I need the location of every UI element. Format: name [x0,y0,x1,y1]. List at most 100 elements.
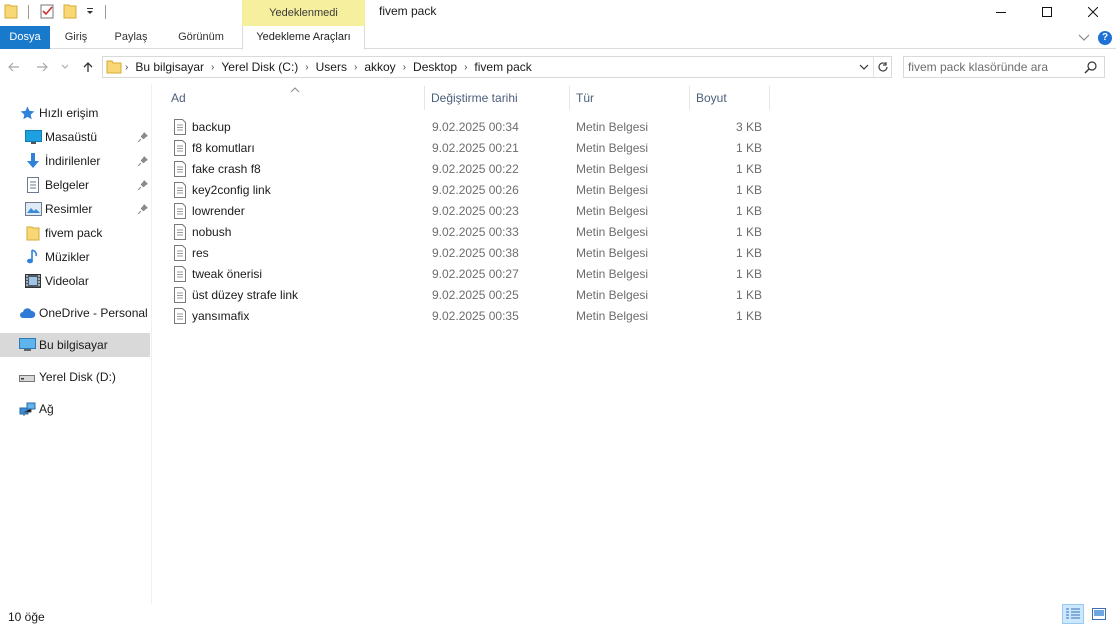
breadcrumb-separator[interactable]: › [403,62,406,73]
pin-icon[interactable] [137,203,148,217]
ribbon: Dosya Giriş Paylaş Görünüm Yedekleme Ara… [0,26,1116,50]
file-size: 1 KB [735,204,762,218]
pin-icon[interactable] [137,131,148,145]
details-view-icon [1066,608,1080,619]
music-icon [24,249,42,265]
file-name: üst düzey strafe link [192,288,299,302]
breadcrumb-separator[interactable]: › [464,62,467,73]
large-icons-view-icon [1092,608,1106,620]
quick-access-toolbar [0,0,106,24]
nav-item-pictures[interactable]: Resimler [24,197,152,221]
column-divider[interactable] [769,86,770,110]
breadcrumb-desktop[interactable]: Desktop [413,60,457,74]
chevron-down-icon [859,64,869,70]
navigation-pane: Hızlı erişim Masaüstü İndirilenler Belge… [0,84,152,604]
search-box[interactable] [903,56,1105,78]
pin-icon[interactable] [137,179,148,193]
file-row[interactable]: f8 komutları 9.02.2025 00:21 Metin Belge… [168,137,770,158]
recent-locations-button[interactable] [58,56,72,78]
forward-button[interactable] [32,56,52,78]
file-row[interactable]: üst düzey strafe link 9.02.2025 00:25 Me… [168,284,770,305]
breadcrumb-separator[interactable]: › [211,62,214,73]
nav-quick-access[interactable]: Hızlı erişim [18,101,168,125]
nav-item-fivem-pack[interactable]: fivem pack [24,221,152,245]
file-row[interactable]: lowrender 9.02.2025 00:23 Metin Belgesi … [168,200,770,221]
desktop-icon [24,129,42,145]
minimize-button[interactable] [978,0,1024,24]
file-size: 1 KB [735,225,762,239]
nav-item-disk-d[interactable]: Yerel Disk (D:) [18,365,152,389]
file-row[interactable]: fake crash f8 9.02.2025 00:22 Metin Belg… [168,158,770,179]
nav-label: Belgeler [45,178,90,192]
tab-share[interactable]: Paylaş [108,26,154,49]
breadcrumb-fivem-pack[interactable]: fivem pack [474,60,531,74]
nav-item-music[interactable]: Müzikler [24,245,152,269]
nav-item-videos[interactable]: Videolar [24,269,152,293]
tab-file[interactable]: Dosya [0,26,50,49]
tab-home[interactable]: Giriş [54,26,98,49]
large-icons-view-button[interactable] [1088,604,1110,624]
column-header-date[interactable]: Değiştirme tarihi [425,86,569,110]
customize-toolbar-icon[interactable] [85,5,95,19]
nav-label: İndirilenler [45,154,101,168]
nav-label: Masaüstü [45,130,98,144]
maximize-button[interactable] [1024,0,1070,24]
text-file-icon [173,161,187,180]
nav-item-documents[interactable]: Belgeler [24,173,152,197]
up-button[interactable] [78,56,98,78]
breadcrumb-separator[interactable]: › [354,62,357,73]
breadcrumb-separator[interactable]: › [125,62,128,73]
file-row[interactable]: yansımafix 9.02.2025 00:35 Metin Belgesi… [168,305,770,326]
folder-icon[interactable] [4,3,18,22]
details-view-button[interactable] [1062,604,1084,624]
file-row[interactable]: key2config link 9.02.2025 00:26 Metin Be… [168,179,770,200]
file-row[interactable]: tweak önerisi 9.02.2025 00:27 Metin Belg… [168,263,770,284]
file-type: Metin Belgesi [576,246,649,260]
column-header-size[interactable]: Boyut [690,86,769,110]
tab-view[interactable]: Görünüm [170,26,232,49]
cloud-icon [18,305,36,321]
address-bar[interactable]: › Bu bilgisayar › Yerel Disk (C:) › User… [102,56,892,78]
context-tab-label: Yedeklenmedi [269,7,338,19]
text-file-icon [173,308,187,327]
properties-icon[interactable] [39,3,55,22]
nav-label: Yerel Disk (D:) [39,370,116,384]
breadcrumb-this-pc[interactable]: Bu bilgisayar [135,60,204,74]
pin-icon[interactable] [137,155,148,169]
breadcrumb-local-disk-c[interactable]: Yerel Disk (C:) [221,60,298,74]
tab-backup-tools[interactable]: Yedekleme Araçları [242,26,365,50]
expand-ribbon-icon[interactable] [1078,31,1090,45]
nav-label: OneDrive - Personal [39,306,148,320]
new-folder-icon[interactable] [63,3,77,22]
window-controls [978,0,1116,24]
file-row[interactable]: nobush 9.02.2025 00:33 Metin Belgesi 1 K… [168,221,770,242]
breadcrumb-separator[interactable]: › [305,62,308,73]
address-history-button[interactable] [855,57,873,77]
search-input[interactable] [908,60,1078,74]
nav-item-desktop[interactable]: Masaüstü [24,125,152,149]
nav-item-downloads[interactable]: İndirilenler [24,149,152,173]
file-date: 9.02.2025 00:25 [432,288,519,302]
breadcrumb-users[interactable]: Users [316,60,347,74]
nav-label: Hızlı erişim [39,106,99,120]
file-date: 9.02.2025 00:38 [432,246,519,260]
qat-separator [28,5,29,19]
back-button[interactable] [4,56,24,78]
refresh-button[interactable] [873,57,891,77]
search-icon[interactable] [1084,60,1098,77]
star-icon [18,105,36,121]
column-header-type[interactable]: Tür [570,86,689,110]
nav-item-network[interactable]: Ağ [18,397,152,421]
breadcrumb-akkoy[interactable]: akkoy [364,60,395,74]
file-row[interactable]: backup 9.02.2025 00:34 Metin Belgesi 3 K… [168,116,770,137]
text-file-icon [173,224,187,243]
file-size: 1 KB [735,246,762,260]
nav-item-this-pc[interactable]: Bu bilgisayar [0,333,150,357]
close-button[interactable] [1070,0,1116,24]
help-icon[interactable]: ? [1098,30,1112,45]
back-arrow-icon [8,62,19,72]
nav-item-onedrive[interactable]: OneDrive - Personal [18,301,152,325]
column-header-name[interactable]: Ad [165,86,424,110]
folder-icon [24,225,42,241]
file-row[interactable]: res 9.02.2025 00:38 Metin Belgesi 1 KB [168,242,770,263]
